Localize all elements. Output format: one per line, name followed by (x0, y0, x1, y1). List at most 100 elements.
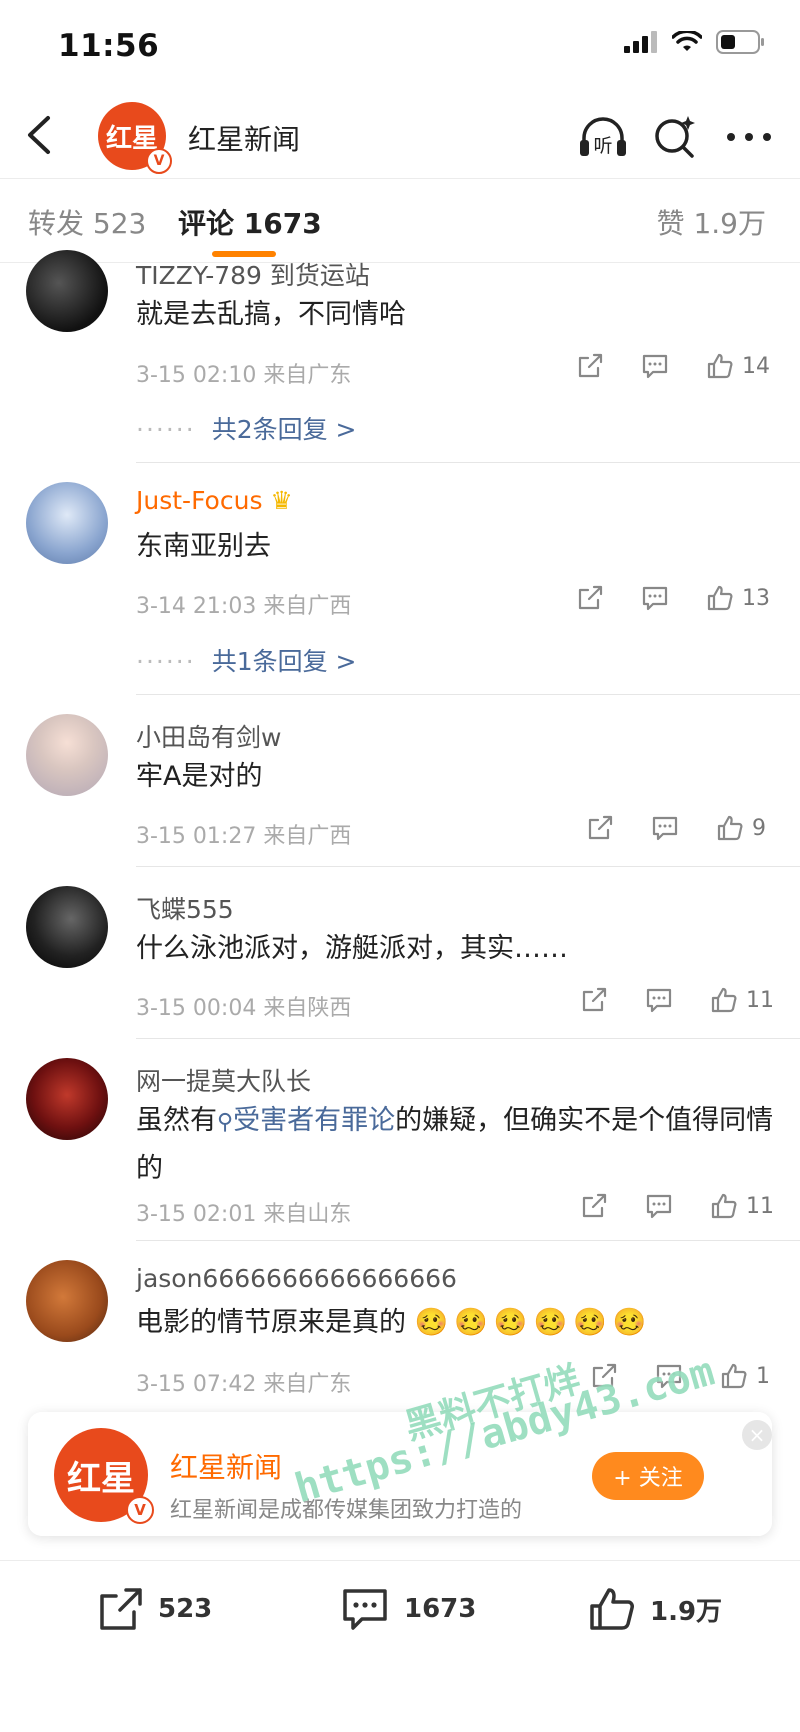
like-count: 11 (746, 1193, 774, 1219)
comment-bubble-icon (646, 1194, 672, 1219)
like-total: 1.9万 (650, 1596, 723, 1627)
verified-badge: V (146, 148, 172, 174)
comment-username[interactable]: jason6666666666666666 (136, 1264, 457, 1293)
comment-meta: 3-15 07:42 来自广东 (136, 1372, 352, 1397)
comment-username[interactable]: 飞蝶555 (136, 890, 234, 926)
thumbs-up-icon (721, 1363, 747, 1389)
reply-button[interactable] (640, 584, 670, 612)
comment-bubble-icon (642, 586, 668, 611)
share-button[interactable] (576, 584, 604, 612)
header-divider (0, 178, 800, 179)
like-button[interactable]: 11 (710, 1192, 774, 1220)
share-icon (582, 1193, 607, 1218)
comment-bubble-icon (343, 1589, 387, 1630)
thumbs-up-icon (707, 353, 733, 379)
topic-link[interactable]: ⚲受害者有罪论 (217, 1105, 395, 1136)
like-button[interactable]: 14 (706, 352, 770, 380)
comment-username[interactable]: 小田岛有剑w (136, 718, 281, 754)
comment-separator (136, 1038, 800, 1039)
reply-button[interactable] (644, 1192, 674, 1220)
like-post-button[interactable]: 1.9万 (588, 1586, 722, 1632)
like-button[interactable]: 11 (710, 986, 774, 1014)
repost-button[interactable]: 523 (96, 1586, 212, 1632)
more-button[interactable] (722, 110, 776, 164)
comment-avatar[interactable] (26, 1058, 108, 1140)
comment-text-body: 电影的情节原来是真的 (136, 1307, 406, 1338)
listen-button[interactable]: 听 (576, 110, 630, 164)
follow-button[interactable]: + 关注 (592, 1452, 704, 1500)
emoji-row: 🥴🥴🥴🥴🥴🥴 (414, 1307, 653, 1338)
comment-text: 就是去乱搞，不同情哈 (136, 299, 406, 330)
status-time: 11:56 (58, 28, 160, 64)
comment-username[interactable]: TIZZY-789 到货运站 (136, 256, 370, 292)
close-icon[interactable]: × (742, 1420, 772, 1450)
search-button[interactable] (648, 110, 702, 164)
topic-search-icon: ⚲ (217, 1110, 234, 1135)
comment-text: 虽然有⚲受害者有罪论的嫌疑，但确实不是个值得同情的 (136, 1098, 776, 1192)
comment-bubble-icon (652, 816, 678, 841)
view-replies-link[interactable]: ······ 共2条回复 > (136, 410, 357, 446)
like-count: 14 (742, 353, 770, 379)
like-button[interactable]: 9 (716, 814, 766, 842)
thumbs-up-icon (717, 815, 743, 841)
replies-label: 共1条回复 > (211, 647, 357, 676)
comment-username[interactable]: Just-Focus ♛ (136, 486, 293, 515)
reply-button[interactable] (640, 352, 670, 380)
promo-verified-badge: V (126, 1496, 154, 1524)
replies-dots: ······ (136, 415, 196, 444)
comment-bubble-icon (642, 354, 668, 379)
reply-button[interactable] (650, 814, 680, 842)
tab-reposts[interactable]: 转发 523 (28, 202, 146, 242)
comment-avatar[interactable] (26, 482, 108, 564)
tab-comments[interactable]: 评论 1673 (178, 202, 322, 242)
crown-icon: ♛ (270, 486, 293, 515)
comment-text: 牢A是对的 (136, 761, 263, 792)
back-button[interactable] (18, 110, 62, 160)
share-icon (578, 353, 603, 378)
more-dots-icon (727, 133, 771, 141)
comment-button[interactable]: 1673 (340, 1586, 476, 1632)
comment-avatar[interactable] (26, 250, 108, 332)
replies-label: 共2条回复 > (211, 415, 357, 444)
share-icon (100, 1588, 142, 1630)
share-icon (578, 585, 603, 610)
like-count: 1 (756, 1363, 770, 1389)
comment-separator (136, 1240, 800, 1241)
comment-meta: 3-15 00:04 来自陕西 (136, 996, 352, 1021)
signal-icon (624, 31, 657, 53)
tab-likes[interactable]: 赞 1.9万 (657, 202, 766, 242)
thumbs-up-icon (711, 1193, 737, 1219)
tabs-divider (0, 262, 800, 263)
comment-avatar[interactable] (26, 886, 108, 968)
comment-avatar[interactable] (26, 714, 108, 796)
battery-icon (716, 30, 764, 54)
account-title[interactable]: 红星新闻 (188, 118, 300, 158)
like-count: 9 (752, 815, 766, 841)
share-button[interactable] (576, 352, 604, 380)
like-button[interactable]: 13 (706, 584, 770, 612)
comment-avatar[interactable] (26, 1260, 108, 1342)
comment-meta: 3-14 21:03 来自广西 (136, 594, 352, 619)
comment-separator (136, 462, 800, 463)
reply-button[interactable] (644, 986, 674, 1014)
share-button[interactable] (580, 1192, 608, 1220)
promo-account-name[interactable]: 红星新闻 (170, 1446, 282, 1486)
comment-count: 1673 (404, 1594, 477, 1624)
thumbs-up-icon (707, 585, 733, 611)
share-button[interactable] (586, 814, 614, 842)
thumbs-up-icon (711, 987, 737, 1013)
comment-username[interactable]: 网一提莫大队长 (136, 1062, 311, 1098)
comment-text: 什么泳池派对，游艇派对，其实…… (136, 933, 568, 964)
share-button[interactable] (580, 986, 608, 1014)
like-button[interactable]: 1 (720, 1362, 770, 1390)
comment-separator (136, 694, 800, 695)
replies-dots: ······ (136, 647, 196, 676)
status-icons (624, 30, 766, 54)
like-count: 11 (746, 987, 774, 1013)
search-sparkle-icon (655, 116, 695, 158)
comment-text: 电影的情节原来是真的 🥴🥴🥴🥴🥴🥴 (136, 1300, 776, 1346)
comment-meta: 3-15 01:27 来自广西 (136, 824, 352, 849)
view-replies-link[interactable]: ······ 共1条回复 > (136, 642, 357, 678)
comment-meta: 3-15 02:01 来自山东 (136, 1202, 352, 1227)
thumbs-up-icon (590, 1588, 634, 1630)
